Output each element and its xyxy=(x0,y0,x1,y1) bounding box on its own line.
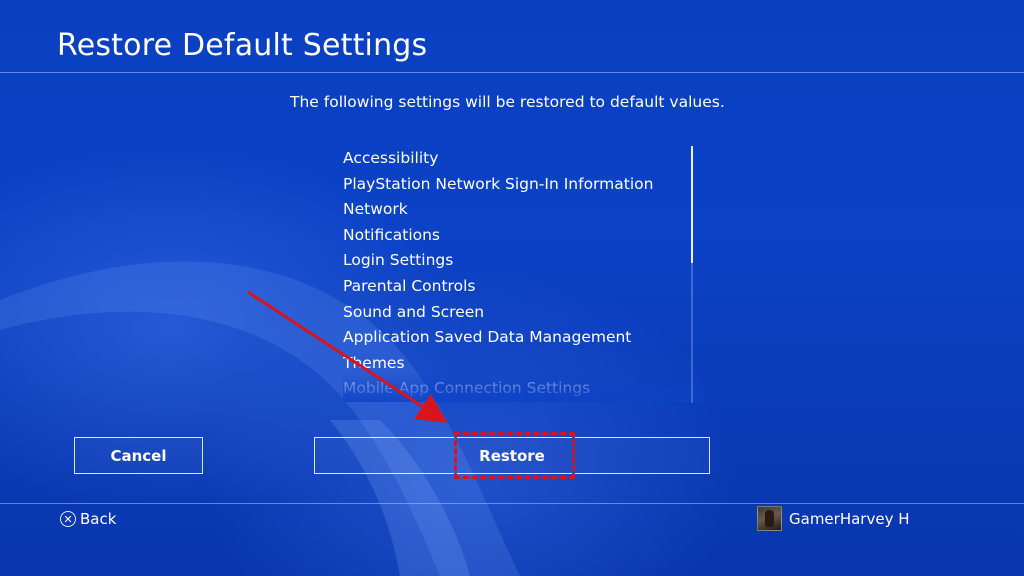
back-label: Back xyxy=(80,510,117,528)
list-item: Mobile App Connection Settings xyxy=(343,379,591,398)
list-item: Login Settings xyxy=(343,251,454,270)
user-name: GamerHarvey H xyxy=(789,509,910,528)
settings-list[interactable]: Accessibility PlayStation Network Sign-I… xyxy=(343,146,703,402)
list-item: PlayStation Network Sign-In Information xyxy=(343,174,654,193)
list-item: Parental Controls xyxy=(343,276,476,295)
page-title: Restore Default Settings xyxy=(57,28,428,63)
user-info: GamerHarvey H xyxy=(757,506,910,531)
cancel-button[interactable]: Cancel xyxy=(74,437,203,474)
scrollbar[interactable] xyxy=(691,146,693,403)
list-item: Network xyxy=(343,200,408,219)
footer-divider xyxy=(0,503,1024,504)
header-divider xyxy=(0,72,1024,73)
list-item: Accessibility xyxy=(343,149,439,167)
list-item: Notifications xyxy=(343,225,441,244)
restore-button[interactable]: Restore xyxy=(314,437,710,474)
list-item: Application Saved Data Management xyxy=(343,328,632,347)
scrollbar-thumb[interactable] xyxy=(691,146,693,263)
cross-button-icon: ✕ xyxy=(60,511,76,527)
list-item: Themes xyxy=(343,353,405,372)
list-item: Sound and Screen xyxy=(343,302,485,321)
avatar xyxy=(757,506,782,531)
back-hint[interactable]: ✕ Back xyxy=(60,510,116,528)
description-text: The following settings will be restored … xyxy=(290,93,725,111)
